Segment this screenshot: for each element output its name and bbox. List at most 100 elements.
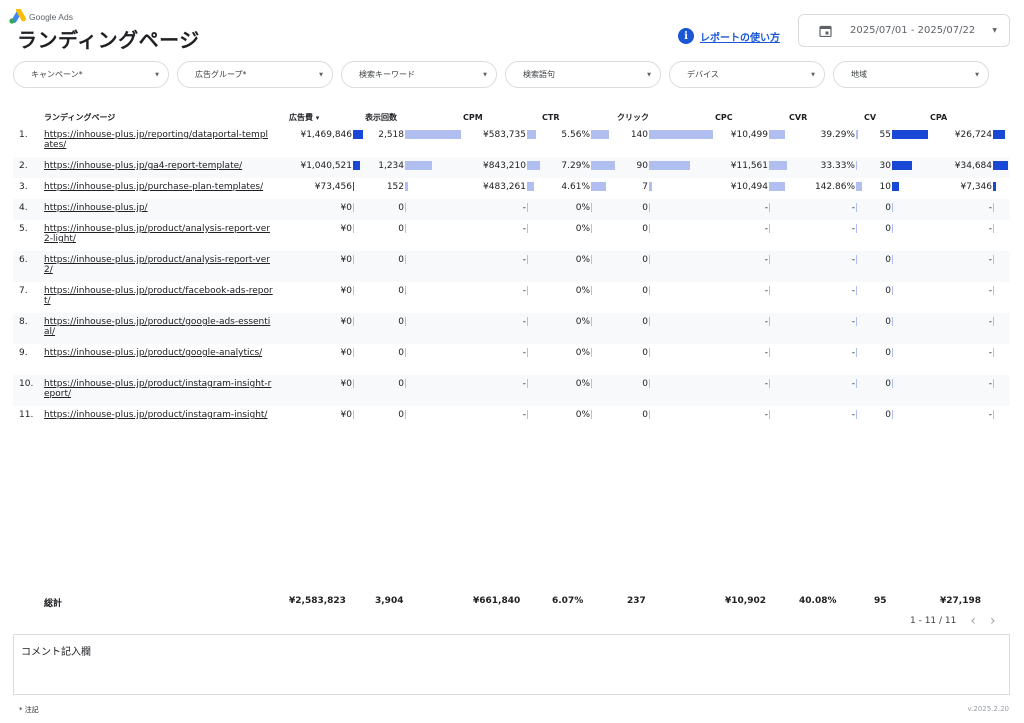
filter-bar: キャンペーン* ▼ 広告グループ* ▼ 検索キーワード ▼ 検索語句 ▼ デバイス ▼ 地…: [13, 61, 989, 88]
bar-clicks: [649, 317, 650, 326]
cell-clicks: 0: [642, 379, 648, 389]
bar-cpa: [993, 130, 1005, 139]
chevron-left-icon[interactable]: ‹: [970, 613, 976, 629]
cell-cost: ¥1,040,521: [300, 161, 352, 171]
filter-label: キャンペーン*: [31, 70, 83, 79]
bar-cpm: [527, 348, 528, 357]
help-link[interactable]: i レポートの使い方: [678, 28, 780, 44]
bar-cpm: [527, 255, 528, 264]
header-landing-page[interactable]: ランディングページ: [44, 109, 289, 126]
landing-page-link[interactable]: https://inhouse-plus.jp/product/analysis…: [44, 224, 289, 244]
row-index: 6.: [19, 255, 28, 265]
cell-cvr: -: [851, 286, 855, 296]
bar-cv: [892, 161, 912, 170]
header-clicks[interactable]: クリック: [617, 109, 715, 126]
cell-cv: 0: [885, 348, 891, 358]
table-row: 6. https://inhouse-plus.jp/product/analys…: [13, 251, 1010, 282]
bar-ctr: [591, 255, 592, 264]
cell-cpa: -: [988, 255, 992, 265]
header-cvr[interactable]: CVR: [789, 109, 864, 126]
bar-impressions: [405, 203, 406, 212]
date-range-picker[interactable]: 2025/07/01 - 2025/07/22 ▼: [798, 14, 1010, 47]
date-range-text: 2025/07/01 - 2025/07/22: [850, 25, 976, 36]
bar-ctr: [591, 317, 592, 326]
landing-page-link[interactable]: https://inhouse-plus.jp/product/google-a…: [44, 317, 289, 337]
cell-impressions: 1,234: [378, 161, 404, 171]
row-index: 8.: [19, 317, 28, 327]
landing-page-link[interactable]: https://inhouse-plus.jp/product/facebook…: [44, 286, 289, 306]
header-ctr[interactable]: CTR: [542, 109, 617, 126]
filter-search-term[interactable]: 検索語句 ▼: [505, 61, 661, 88]
version-label: v.2025.2.20: [967, 705, 1009, 713]
totals-clicks: 237: [627, 596, 646, 606]
bar-cpm: [527, 203, 528, 212]
cell-clicks: 0: [642, 317, 648, 327]
landing-page-link[interactable]: https://inhouse-plus.jp/product/instagra…: [44, 379, 289, 399]
help-link-text[interactable]: レポートの使い方: [700, 29, 780, 44]
chevron-right-icon[interactable]: ›: [990, 613, 996, 629]
cell-cv: 0: [885, 379, 891, 389]
landing-page-link[interactable]: https://inhouse-plus.jp/product/analysis…: [44, 255, 289, 275]
bar-cpc: [769, 161, 787, 170]
cell-ctr: 0%: [575, 255, 590, 265]
cell-ctr: 0%: [575, 410, 590, 420]
caret-down-icon: ▼: [483, 71, 487, 78]
landing-page-link[interactable]: https://inhouse-plus.jp/reporting/datapo…: [44, 130, 289, 150]
comment-box[interactable]: コメント記入欄: [13, 634, 1010, 695]
filter-ad-group[interactable]: 広告グループ* ▼: [177, 61, 333, 88]
bar-cvr: [856, 286, 857, 295]
cell-cpc: ¥10,494: [730, 182, 768, 192]
table-row: 11. https://inhouse-plus.jp/product/insta…: [13, 406, 1010, 437]
bar-ctr: [591, 182, 606, 191]
bar-clicks: [649, 182, 652, 191]
table-row: 3. https://inhouse-plus.jp/purchase-plan-…: [13, 178, 1010, 199]
bar-cvr: [856, 410, 857, 419]
bar-impressions: [405, 255, 406, 264]
filter-region[interactable]: 地域 ▼: [833, 61, 989, 88]
row-index: 7.: [19, 286, 28, 296]
cell-cv: 30: [879, 161, 891, 171]
header-cv[interactable]: CV: [864, 109, 930, 126]
header-cpa[interactable]: CPA: [930, 109, 1010, 126]
header-cpc[interactable]: CPC: [715, 109, 789, 126]
landing-page-table: ランディングページ 広告費 ▾ 表示回数 CPM CTR クリック CPC CV…: [13, 109, 1010, 437]
pagination-text: 1 - 11 / 11: [910, 616, 957, 626]
bar-cv: [892, 379, 893, 388]
filter-device[interactable]: デバイス ▼: [669, 61, 825, 88]
totals-row: 総計 ¥2,583,823 3,904 ¥661,840 6.07% 237 ¥…: [13, 596, 1010, 609]
totals-cpc: ¥10,902: [725, 596, 766, 606]
filter-label: デバイス: [687, 70, 719, 79]
filter-search-keyword[interactable]: 検索キーワード ▼: [341, 61, 497, 88]
header-cpm[interactable]: CPM: [463, 109, 542, 126]
landing-page-link[interactable]: https://inhouse-plus.jp/product/google-a…: [44, 348, 289, 358]
bar-cpa: [993, 182, 996, 191]
bar-cpc: [769, 224, 770, 233]
bar-cost: [353, 286, 354, 295]
totals-cpm: ¥661,840: [473, 596, 521, 606]
bar-impressions: [405, 182, 408, 191]
cell-cost: ¥0: [340, 379, 352, 389]
bar-cpa: [993, 286, 994, 295]
bar-clicks: [649, 203, 650, 212]
bar-cpa: [993, 255, 994, 264]
landing-page-link[interactable]: https://inhouse-plus.jp/: [44, 203, 289, 213]
table-row: 1. https://inhouse-plus.jp/reporting/data…: [13, 126, 1010, 157]
cell-impressions: 152: [386, 182, 404, 192]
header-cost[interactable]: 広告費 ▾: [289, 109, 365, 126]
header-impressions[interactable]: 表示回数: [365, 109, 463, 126]
cell-cv: 0: [885, 255, 891, 265]
bar-ctr: [591, 410, 592, 419]
cell-clicks: 0: [642, 255, 648, 265]
landing-page-link[interactable]: https://inhouse-plus.jp/purchase-plan-te…: [44, 182, 289, 192]
landing-page-link[interactable]: https://inhouse-plus.jp/ga4-report-templ…: [44, 161, 289, 171]
landing-page-link[interactable]: https://inhouse-plus.jp/product/instagra…: [44, 410, 289, 420]
cell-clicks: 0: [642, 224, 648, 234]
table-row: 7. https://inhouse-plus.jp/product/facebo…: [13, 282, 1010, 313]
cell-cvr: 142.86%: [814, 182, 855, 192]
table-row: 10. https://inhouse-plus.jp/product/insta…: [13, 375, 1010, 406]
cell-cost: ¥73,456: [314, 182, 352, 192]
cell-impressions: 0: [398, 410, 404, 420]
filter-campaign[interactable]: キャンペーン* ▼: [13, 61, 169, 88]
row-index: 5.: [19, 224, 28, 234]
bar-ctr: [591, 286, 592, 295]
